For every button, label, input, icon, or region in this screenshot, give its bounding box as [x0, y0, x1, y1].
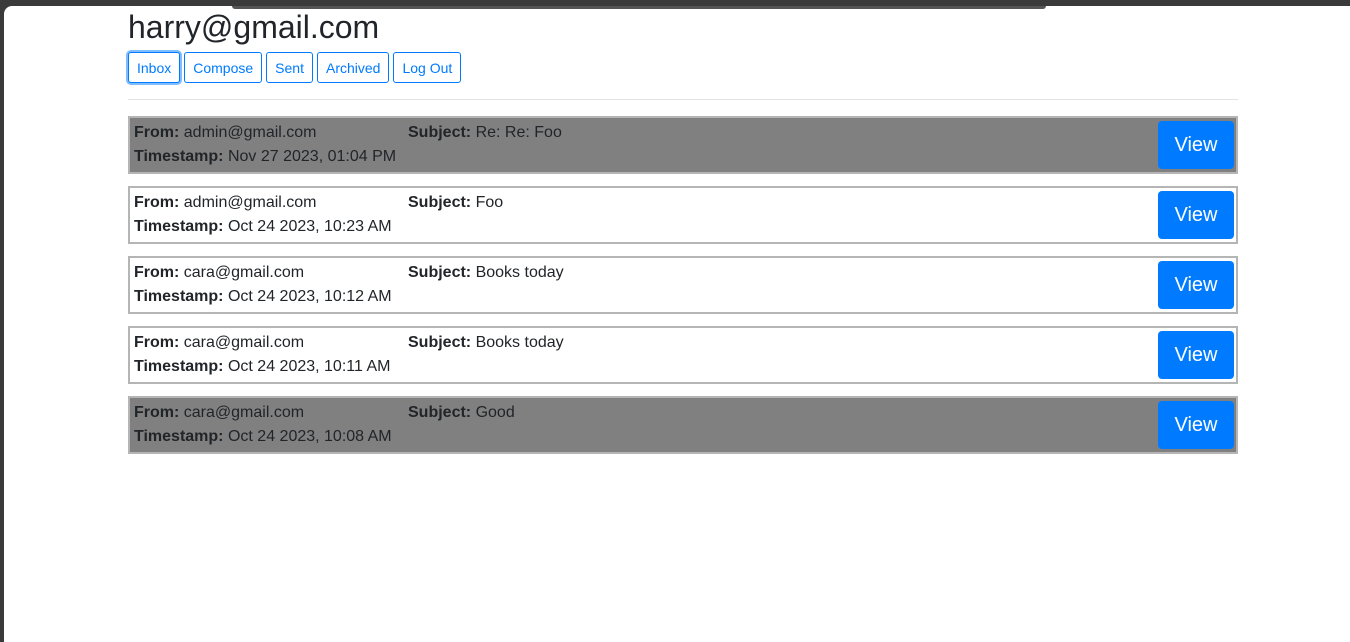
user-email-heading: harry@gmail.com [128, 9, 380, 45]
email-row[interactable]: From: admin@gmail.com Timestamp: Oct 24 … [128, 186, 1238, 244]
email-from: From: cara@gmail.com [134, 404, 304, 422]
email-row[interactable]: From: cara@gmail.com Timestamp: Oct 24 2… [128, 396, 1238, 454]
view-button[interactable]: View [1158, 401, 1234, 449]
email-timestamp: Timestamp: Oct 24 2023, 10:12 AM [134, 288, 392, 306]
from-value: cara@gmail.com [183, 404, 305, 421]
subject-label: Subject: [408, 124, 472, 141]
sent-button[interactable]: Sent [266, 52, 313, 83]
timestamp-label: Timestamp: [134, 148, 224, 165]
email-row[interactable]: From: admin@gmail.com Timestamp: Nov 27 … [128, 116, 1238, 174]
email-subject: Subject: Good [408, 404, 515, 422]
subject-value: Books today [475, 264, 564, 281]
email-timestamp: Timestamp: Oct 24 2023, 10:11 AM [134, 358, 390, 376]
email-subject: Subject: Books today [408, 264, 564, 282]
inbox-button[interactable]: Inbox [128, 52, 181, 83]
from-value: admin@gmail.com [183, 124, 317, 141]
email-timestamp: Timestamp: Oct 24 2023, 10:08 AM [134, 428, 392, 446]
from-label: From: [134, 264, 180, 281]
nav-buttons: Inbox Compose Sent Archived Log Out [128, 52, 462, 83]
subject-value: Foo [475, 194, 504, 211]
email-from: From: cara@gmail.com [134, 334, 304, 352]
from-label: From: [134, 334, 180, 351]
from-value: cara@gmail.com [183, 264, 305, 281]
email-row[interactable]: From: cara@gmail.com Timestamp: Oct 24 2… [128, 326, 1238, 384]
email-from: From: cara@gmail.com [134, 264, 304, 282]
timestamp-value: Oct 24 2023, 10:11 AM [227, 358, 391, 375]
timestamp-label: Timestamp: [134, 218, 224, 235]
email-subject: Subject: Foo [408, 194, 503, 212]
subject-value: Books today [475, 334, 564, 351]
email-list: From: admin@gmail.com Timestamp: Nov 27 … [128, 116, 1238, 466]
view-button[interactable]: View [1158, 261, 1234, 309]
view-button[interactable]: View [1158, 121, 1234, 169]
timestamp-label: Timestamp: [134, 428, 224, 445]
subject-label: Subject: [408, 404, 472, 421]
browser-viewport: harry@gmail.com Inbox Compose Sent Archi… [4, 6, 1350, 642]
email-timestamp: Timestamp: Oct 24 2023, 10:23 AM [134, 218, 392, 236]
timestamp-value: Oct 24 2023, 10:23 AM [227, 218, 392, 235]
timestamp-value: Nov 27 2023, 01:04 PM [227, 148, 397, 165]
archived-button[interactable]: Archived [316, 52, 390, 83]
compose-button[interactable]: Compose [184, 52, 263, 83]
logout-button[interactable]: Log Out [393, 52, 462, 83]
subject-label: Subject: [408, 334, 472, 351]
divider [128, 99, 1238, 100]
email-from: From: admin@gmail.com [134, 124, 317, 142]
subject-label: Subject: [408, 264, 472, 281]
from-value: cara@gmail.com [183, 334, 305, 351]
email-row[interactable]: From: cara@gmail.com Timestamp: Oct 24 2… [128, 256, 1238, 314]
timestamp-label: Timestamp: [134, 358, 224, 375]
email-timestamp: Timestamp: Nov 27 2023, 01:04 PM [134, 148, 396, 166]
view-button[interactable]: View [1158, 331, 1234, 379]
subject-value: Good [475, 404, 515, 421]
from-label: From: [134, 194, 180, 211]
timestamp-value: Oct 24 2023, 10:08 AM [227, 428, 392, 445]
subject-label: Subject: [408, 194, 472, 211]
view-button[interactable]: View [1158, 191, 1234, 239]
from-value: admin@gmail.com [183, 194, 317, 211]
subject-value: Re: Re: Foo [475, 124, 562, 141]
timestamp-label: Timestamp: [134, 288, 224, 305]
email-subject: Subject: Books today [408, 334, 564, 352]
from-label: From: [134, 124, 180, 141]
from-label: From: [134, 404, 180, 421]
timestamp-value: Oct 24 2023, 10:12 AM [227, 288, 392, 305]
email-subject: Subject: Re: Re: Foo [408, 124, 562, 142]
email-from: From: admin@gmail.com [134, 194, 317, 212]
